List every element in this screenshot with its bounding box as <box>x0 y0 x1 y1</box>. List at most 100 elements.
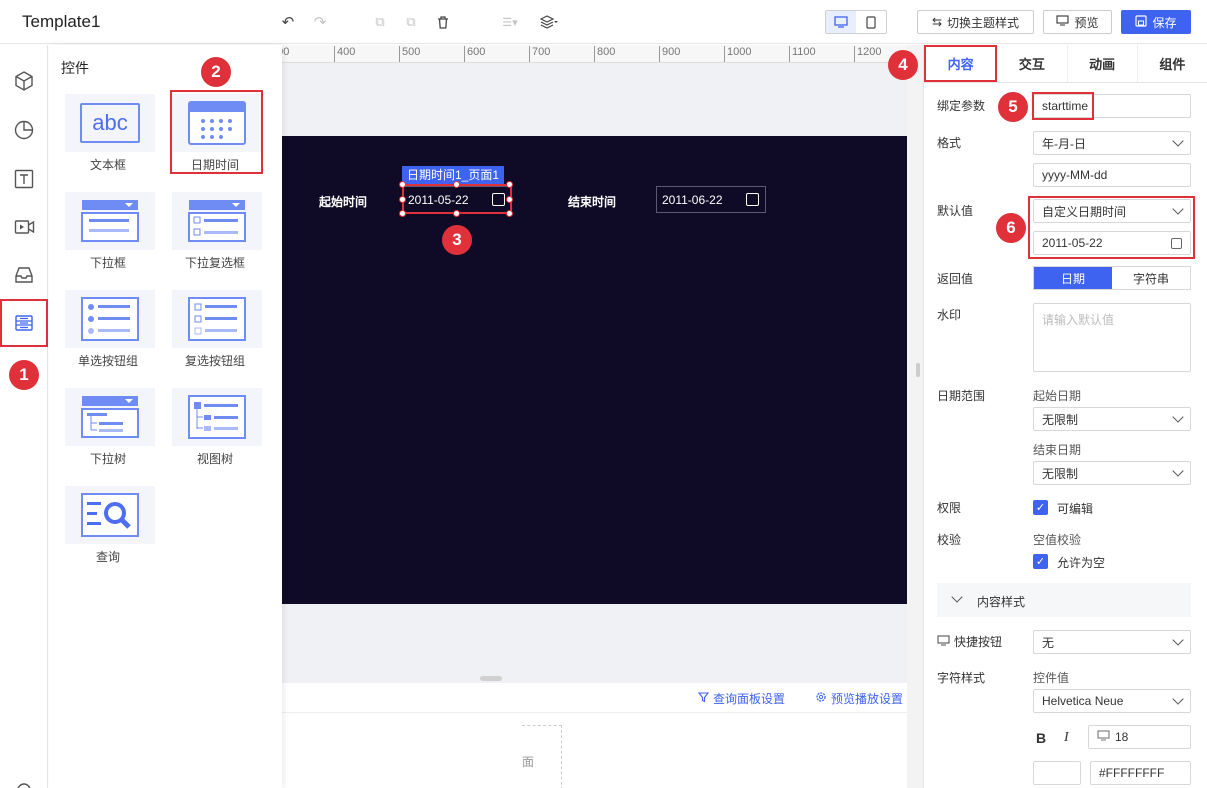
step-badge-2: 2 <box>201 57 231 87</box>
ruler-tick: 1000 <box>724 46 751 62</box>
ruler-tick: 400 <box>334 46 355 62</box>
return-date-option[interactable]: 日期 <box>1034 267 1112 289</box>
resize-handle[interactable] <box>399 210 406 217</box>
undo-icon[interactable]: ↶ <box>278 12 298 32</box>
align-icon[interactable]: ☰▾ <box>497 12 523 32</box>
allow-empty-checkbox[interactable]: ✓ <box>1033 554 1048 569</box>
end-time-label: 结束时间 <box>568 195 617 209</box>
tab-animation[interactable]: 动画 <box>1068 45 1138 82</box>
query-panel-settings-link[interactable]: 查询面板设置 <box>697 690 785 707</box>
watermark-label: 水印 <box>937 308 962 322</box>
bold-button[interactable]: B <box>1036 730 1046 746</box>
preview-button[interactable]: 预览 <box>1043 10 1112 34</box>
control-textbox[interactable]: abc 文本框 <box>55 92 161 176</box>
cube-icon[interactable] <box>9 66 39 96</box>
range-start-label: 起始日期 <box>1033 389 1082 403</box>
settings-icon[interactable] <box>9 775 39 788</box>
permission-label: 权限 <box>937 501 962 515</box>
panel-splitter[interactable] <box>907 45 923 788</box>
resize-handle[interactable] <box>399 181 406 188</box>
monitor-icon <box>1097 730 1110 744</box>
properties-panel: 内容 交互 动画 组件 绑定参数 starttime 5 格式 年-月-日 yy… <box>923 45 1207 788</box>
collapse-handle[interactable] <box>480 676 502 681</box>
tab-content[interactable]: 内容 <box>924 45 998 82</box>
preview-playback-settings-link[interactable]: 预览播放设置 <box>815 690 903 707</box>
calendar-icon[interactable] <box>746 193 759 206</box>
radio-group-thumb-icon <box>65 290 155 348</box>
watermark-textarea[interactable]: 请输入默认值 <box>1033 303 1191 372</box>
ruler-tick: 1200 <box>854 46 881 62</box>
control-dropdown[interactable]: 下拉框 <box>55 190 161 274</box>
control-dropdown-multi[interactable]: 下拉复选框 <box>162 190 268 274</box>
content-style-label: 内容样式 <box>977 595 1026 609</box>
bind-param-highlight <box>1032 92 1094 120</box>
control-radio-group[interactable]: 单选按钮组 <box>55 288 161 372</box>
tab-component[interactable]: 组件 <box>1138 45 1207 82</box>
control-dropdown-tree[interactable]: 下拉树 <box>55 386 161 470</box>
redo-icon[interactable]: ↷ <box>310 12 330 32</box>
left-nav <box>0 45 48 788</box>
pie-chart-icon[interactable] <box>9 115 39 145</box>
splitter-grip[interactable] <box>916 363 920 377</box>
checkbox-group-thumb-icon <box>172 290 262 348</box>
nav-highlight-box <box>0 299 48 347</box>
range-start-select[interactable]: 无限制 <box>1033 407 1191 431</box>
shortcut-select[interactable]: 无 <box>1033 630 1191 654</box>
tab-interaction[interactable]: 交互 <box>997 45 1068 82</box>
copy-icon[interactable]: ⧉ <box>370 12 390 32</box>
font-color-swatch[interactable] <box>1033 761 1081 785</box>
text-icon[interactable] <box>9 164 39 194</box>
textbox-thumb-text: abc <box>80 103 140 143</box>
monitor-icon <box>937 634 950 649</box>
dropdown-thumb-icon <box>65 192 155 250</box>
resize-handle[interactable] <box>506 196 513 203</box>
return-string-option[interactable]: 字符串 <box>1112 267 1190 289</box>
ruler-tick: 500 <box>399 46 420 62</box>
save-icon <box>1135 14 1148 30</box>
page-bottom-bar: 查询面板设置 预览播放设置 <box>282 683 907 713</box>
control-query[interactable]: 查询 <box>55 484 161 568</box>
gear-icon <box>815 691 827 706</box>
layers-icon[interactable] <box>537 12 561 32</box>
inbox-icon[interactable] <box>9 260 39 290</box>
video-icon[interactable] <box>9 212 39 242</box>
control-checkbox-group[interactable]: 复选按钮组 <box>162 288 268 372</box>
delete-icon[interactable] <box>433 12 453 32</box>
switch-theme-button[interactable]: ⇆ 切换主题样式 <box>917 10 1034 34</box>
page-thumbnail[interactable]: 面 <box>522 725 562 788</box>
resize-handle[interactable] <box>453 181 460 188</box>
step-badge-4: 4 <box>888 50 918 80</box>
dropdown-multi-thumb-icon <box>172 192 262 250</box>
content-style-section-header[interactable]: 内容样式 <box>937 583 1191 617</box>
control-label: 单选按钮组 <box>77 354 138 368</box>
textbox-thumb-icon: abc <box>65 94 155 152</box>
font-size-input[interactable]: 18 <box>1088 725 1191 749</box>
format-select[interactable]: 年-月-日 <box>1033 131 1191 155</box>
mobile-view-icon[interactable] <box>856 11 886 33</box>
control-label: 文本框 <box>89 158 126 172</box>
control-value-label: 控件值 <box>1033 671 1070 685</box>
range-end-select[interactable]: 无限制 <box>1033 461 1191 485</box>
format-pattern-input[interactable]: yyyy-MM-dd <box>1033 163 1191 187</box>
default-value-label: 默认值 <box>937 204 974 218</box>
editable-checkbox[interactable]: ✓ <box>1033 500 1048 515</box>
chevron-down-icon <box>951 591 963 603</box>
controls-panel: 控件 abc 文本框 日期时间 下拉框 下拉复选框 单选按钮组 复选按钮组 下拉… <box>49 45 282 788</box>
dropdown-tree-thumb-icon <box>65 388 155 446</box>
allow-empty-label: 允许为空 <box>1057 556 1106 570</box>
resize-handle[interactable] <box>399 196 406 203</box>
view-tree-thumb-icon <box>172 388 262 446</box>
paste-icon[interactable]: ⧉ <box>401 12 421 32</box>
save-button[interactable]: 保存 <box>1121 10 1191 34</box>
control-view-tree[interactable]: 视图树 <box>162 386 268 470</box>
selection-box[interactable] <box>399 181 513 217</box>
font-color-input[interactable]: #FFFFFFFF <box>1090 761 1191 785</box>
desktop-view-icon[interactable] <box>826 11 856 33</box>
resize-handle[interactable] <box>506 210 513 217</box>
resize-handle[interactable] <box>453 210 460 217</box>
resize-handle[interactable] <box>506 181 513 188</box>
end-date-input[interactable]: 2011-06-22 <box>656 186 766 213</box>
font-family-select[interactable]: Helvetica Neue <box>1033 689 1191 713</box>
italic-button[interactable]: I <box>1064 730 1069 746</box>
app-title: Template1 <box>22 12 101 31</box>
